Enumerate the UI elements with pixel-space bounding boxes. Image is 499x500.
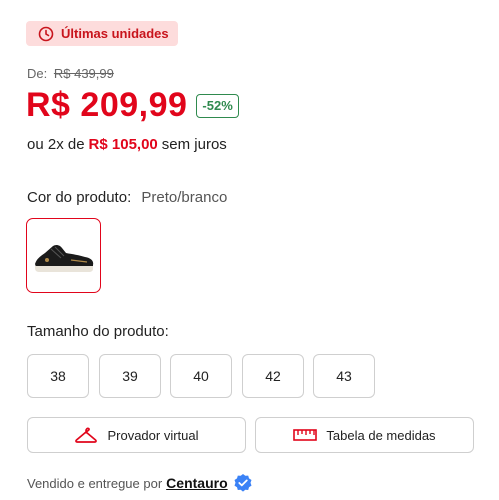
seller-prefix: Vendido e entregue por [27, 475, 163, 491]
color-swatch-selected[interactable] [26, 218, 101, 293]
verified-icon [233, 473, 253, 493]
size-selector-label: Tamanho do produto: [27, 323, 169, 340]
sneaker-thumbnail [34, 244, 93, 272]
hanger-icon [74, 425, 98, 445]
old-price-value: R$ 439,99 [53, 66, 114, 81]
size-option-43[interactable]: 43 [313, 354, 375, 398]
size-option-38[interactable]: 38 [27, 354, 89, 398]
size-option-40[interactable]: 40 [170, 354, 232, 398]
current-price: R$ 209,99 [26, 86, 188, 124]
installment-prefix: ou 2x de [27, 136, 85, 153]
installment-suffix: sem juros [161, 136, 227, 153]
size-option-39[interactable]: 39 [99, 354, 161, 398]
seller-info: Vendido e entregue por Centauro [27, 473, 253, 493]
color-label: Cor do produto: [27, 189, 132, 206]
installment-amount: R$ 105,00 [88, 136, 158, 153]
size-chart-label: Tabela de medidas [326, 427, 436, 443]
from-label: De: [27, 66, 48, 81]
virtual-fitting-label: Provador virtual [107, 427, 199, 443]
discount-badge: -52% [196, 93, 239, 118]
old-price: De: R$ 439,99 [27, 66, 114, 81]
installment-info: ou 2x de R$ 105,00 sem juros [27, 136, 227, 153]
size-option-42[interactable]: 42 [242, 354, 304, 398]
color-value: Preto/branco [141, 189, 228, 206]
price-row: R$ 209,99 -52% [26, 86, 239, 125]
color-selector-label: Cor do produto: Preto/branco [27, 189, 227, 206]
ruler-icon [293, 428, 318, 442]
virtual-fitting-button[interactable]: Provador virtual [27, 417, 246, 453]
clock-icon [38, 26, 54, 42]
badge-label: Últimas unidades [61, 26, 169, 41]
size-chart-button[interactable]: Tabela de medidas [255, 417, 474, 453]
seller-link[interactable]: Centauro [166, 475, 227, 491]
last-units-badge: Últimas unidades [26, 21, 178, 46]
